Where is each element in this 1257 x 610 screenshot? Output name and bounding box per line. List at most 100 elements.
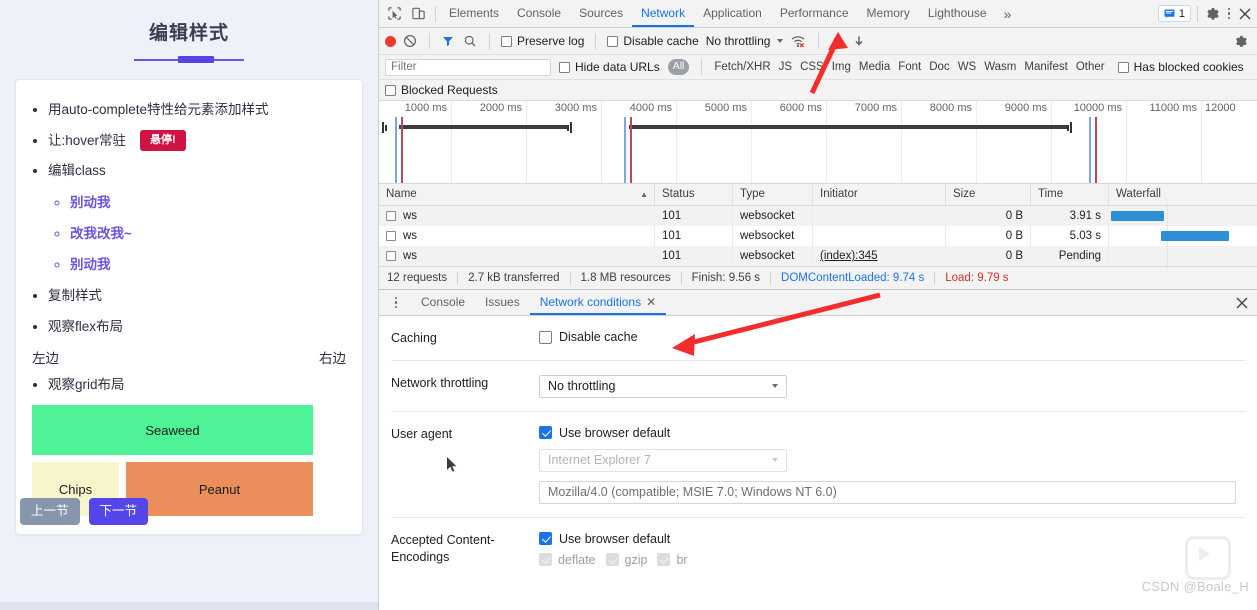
tab-console[interactable]: Console <box>508 0 570 27</box>
throttling-value[interactable]: No throttling <box>706 34 771 48</box>
initiator-link[interactable]: (index):345 <box>820 250 878 262</box>
drawer-tab-issues[interactable]: Issues <box>475 290 530 315</box>
tab-elements[interactable]: Elements <box>440 0 508 27</box>
filter-type-doc[interactable]: Doc <box>929 61 949 73</box>
inspect-element-icon[interactable] <box>387 6 402 21</box>
row-checkbox[interactable] <box>386 251 396 261</box>
drawer-tab-console[interactable]: Console <box>411 290 475 315</box>
drawer-more-options-icon[interactable] <box>379 290 411 315</box>
column-header-initiator[interactable]: Initiator <box>813 184 946 205</box>
drawer-tab-network-conditions[interactable]: Network conditions ✕ <box>529 290 667 315</box>
blocked-requests-checkbox[interactable]: Blocked Requests <box>385 83 498 97</box>
throttling-select[interactable]: No throttling <box>539 374 787 398</box>
device-toolbar-icon[interactable] <box>411 6 426 21</box>
column-header-status[interactable]: Status <box>655 184 733 205</box>
encoding-deflate-checkbox[interactable]: deflate <box>539 553 596 567</box>
close-icon[interactable] <box>1238 7 1252 21</box>
encodings-use-browser-default-checkbox[interactable]: Use browser default <box>539 532 1245 546</box>
filter-type-media[interactable]: Media <box>859 61 890 73</box>
clear-icon[interactable] <box>403 34 418 49</box>
disable-cache-checkbox[interactable]: Disable cache <box>607 34 699 48</box>
has-blocked-cookies-checkbox[interactable]: Has blocked cookies <box>1117 60 1244 74</box>
record-button-icon[interactable] <box>385 35 396 47</box>
table-row[interactable]: ws 101 websocket (index):345 0 B Pending <box>379 246 1257 266</box>
table-row[interactable]: ws 101 websocket 0 B 5.03 s <box>379 226 1257 246</box>
nested-list-item[interactable]: 别动我 <box>70 193 348 213</box>
user-agent-control: Use browser default Internet Explorer 7 <box>539 426 1245 504</box>
request-initiator <box>813 206 946 226</box>
filter-type-other[interactable]: Other <box>1076 61 1105 73</box>
filter-type-manifest[interactable]: Manifest <box>1024 61 1067 73</box>
tab-performance[interactable]: Performance <box>771 0 858 27</box>
filter-type-wasm[interactable]: Wasm <box>984 61 1016 73</box>
user-agent-string-input[interactable] <box>539 480 1236 504</box>
search-icon[interactable] <box>463 34 478 49</box>
column-header-size[interactable]: Size <box>946 184 1031 205</box>
encoding-gzip-checkbox[interactable]: gzip <box>605 553 647 567</box>
nested-list-item[interactable]: 改我改我~ <box>70 224 348 244</box>
table-row[interactable]: ws 101 websocket 0 B 3.91 s <box>379 206 1257 226</box>
overview-tick-label: 4000 ms <box>629 102 672 114</box>
flex-demo: 左边 右边 <box>32 347 346 367</box>
export-har-icon[interactable] <box>852 34 867 49</box>
checkbox-box <box>501 35 512 47</box>
flex-right-label: 右边 <box>319 350 346 366</box>
filter-input[interactable] <box>385 58 551 76</box>
gear-icon[interactable] <box>1204 6 1220 22</box>
drawer-tab-close-icon[interactable]: ✕ <box>646 296 656 308</box>
filter-type-js[interactable]: JS <box>779 61 792 73</box>
summary-load: Load: 9.79 s <box>945 271 1009 284</box>
prev-section-button[interactable]: 上一节 <box>20 498 80 525</box>
user-agent-select[interactable]: Internet Explorer 7 <box>539 448 787 472</box>
devtools-tool-icons <box>379 0 431 27</box>
summary-requests: 12 requests <box>387 271 459 285</box>
drawer-close-icon[interactable] <box>1235 290 1257 315</box>
filter-type-img[interactable]: Img <box>832 61 851 73</box>
encoding-label: deflate <box>558 552 596 567</box>
request-time: Pending <box>1031 246 1109 266</box>
summary-transferred: 2.7 kB transferred <box>458 271 571 285</box>
filter-icon[interactable] <box>441 34 456 49</box>
next-section-button[interactable]: 下一节 <box>88 498 149 525</box>
encoding-br-checkbox[interactable]: br <box>657 553 688 567</box>
message-count-badge[interactable]: 1 <box>1157 5 1191 22</box>
chevron-down-icon[interactable] <box>777 39 784 43</box>
request-waterfall <box>1109 206 1257 226</box>
filter-type-all[interactable]: All <box>667 59 690 75</box>
throttling-section: Network throttling No throttling <box>391 361 1245 412</box>
import-har-icon[interactable] <box>830 34 845 49</box>
network-conditions-icon[interactable] <box>790 34 807 49</box>
filter-type-css[interactable]: CSS <box>800 61 824 73</box>
filter-type-fetch-xhr[interactable]: Fetch/XHR <box>714 61 770 73</box>
hover-badge[interactable]: 悬停! <box>140 130 186 152</box>
tab-sources[interactable]: Sources <box>570 0 632 27</box>
overview-dcl-line <box>624 117 626 183</box>
sort-ascending-icon: ▲ <box>640 190 648 199</box>
toolbar-divider-3 <box>489 33 490 49</box>
more-tabs-icon[interactable]: » <box>996 0 1020 27</box>
column-header-waterfall[interactable]: Waterfall <box>1109 184 1257 205</box>
tab-memory[interactable]: Memory <box>858 0 919 27</box>
tab-network[interactable]: Network <box>632 0 695 27</box>
content-encodings-control: Use browser default deflate gzip br <box>539 532 1245 567</box>
hide-data-urls-checkbox[interactable]: Hide data URLs <box>559 60 660 74</box>
preserve-log-checkbox[interactable]: Preserve log <box>501 34 584 48</box>
network-overview-timeline[interactable]: 1000 ms 2000 ms 3000 ms 4000 ms 5000 ms … <box>379 101 1257 184</box>
devtools-more-options-icon[interactable] <box>1222 7 1236 20</box>
column-header-type[interactable]: Type <box>733 184 813 205</box>
column-header-time[interactable]: Time <box>1031 184 1109 205</box>
row-checkbox[interactable] <box>386 211 396 221</box>
chevron-down-icon <box>772 458 778 463</box>
navigation-buttons: 上一节 下一节 <box>20 498 149 525</box>
disable-cache-checkbox-drawer[interactable]: Disable cache <box>539 330 1245 344</box>
filter-type-font[interactable]: Font <box>898 61 921 73</box>
ua-use-browser-default-checkbox[interactable]: Use browser default <box>539 426 1245 440</box>
tab-application[interactable]: Application <box>694 0 771 27</box>
nested-list-item[interactable]: 别动我 <box>70 255 348 275</box>
filter-type-ws[interactable]: WS <box>958 61 977 73</box>
row-checkbox[interactable] <box>386 231 396 241</box>
network-settings-gear-icon[interactable] <box>1233 34 1248 49</box>
tab-lighthouse[interactable]: Lighthouse <box>919 0 996 27</box>
column-header-name[interactable]: Name ▲ <box>379 184 655 205</box>
network-request-table: Name ▲ Status Type Initiator Size Time W… <box>379 184 1257 266</box>
